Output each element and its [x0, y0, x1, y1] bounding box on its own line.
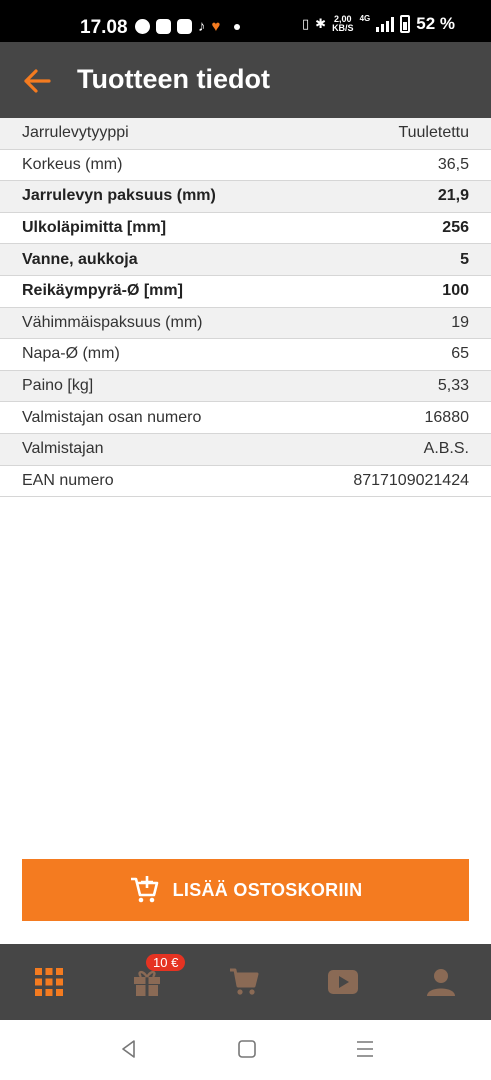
person-icon [427, 969, 455, 996]
spec-label: EAN numero [22, 471, 114, 489]
system-recents-button[interactable] [354, 1038, 376, 1060]
spec-value: 5 [460, 250, 469, 268]
spec-row: Korkeus (mm) 36,5 [0, 150, 491, 182]
notification-icons: ♪ ♥ [135, 18, 241, 35]
back-button[interactable] [22, 66, 52, 96]
heart-app-icon: ♥ [211, 18, 221, 35]
spec-label: Ulkoläpimitta [mm] [22, 219, 167, 237]
square-home-icon [238, 1040, 256, 1058]
spec-row: Reikäympyrä-Ø [mm] 100 [0, 276, 491, 308]
spec-row: Ulkoläpimitta [mm] 256 [0, 213, 491, 245]
more-notifications-icon [234, 23, 241, 30]
whatsapp-icon [135, 19, 150, 34]
gift-icon [134, 970, 160, 996]
vibrate-icon: ▯ [302, 16, 310, 31]
nav-menu[interactable] [31, 964, 67, 1000]
spec-row: Jarrulevyn paksuus (mm) 21,9 [0, 181, 491, 213]
spec-row: Valmistajan A.B.S. [0, 433, 491, 466]
network-speed: 2,00 KB/S [332, 14, 354, 33]
spec-label: Napa-Ø (mm) [22, 345, 120, 363]
spec-label: Valmistajan [22, 440, 104, 458]
arrow-left-icon [24, 69, 51, 93]
spec-row: Valmistajan osan numero 16880 [0, 402, 491, 434]
spec-value: 8717109021424 [353, 471, 469, 489]
spec-label: Jarrulevytyyppi [22, 124, 129, 142]
grid-menu-icon [35, 968, 63, 996]
tiktok-icon: ♪ [198, 18, 206, 35]
battery-percent: 52 % [416, 14, 455, 33]
battery-icon [400, 15, 411, 33]
nav-cart[interactable] [226, 964, 262, 1000]
youtube-icon [177, 19, 192, 34]
spec-label: Paino [kg] [22, 377, 94, 395]
menu-lines-icon [357, 1041, 373, 1057]
cart-icon [230, 968, 259, 995]
triangle-back-icon [122, 1040, 135, 1058]
status-bar: 17.08 ♪ ♥ ▯ ✱ 2,00 KB/S 4G 52 % [0, 0, 491, 42]
spec-row: Jarrulevytyyppi Tuuletettu [0, 118, 491, 150]
spec-row: EAN numero 8717109021424 [0, 466, 491, 498]
spec-row: Napa-Ø (mm) 65 [0, 339, 491, 371]
gift-badge: 10 € [146, 954, 186, 971]
spec-value: 16880 [424, 408, 470, 426]
message-icon [156, 19, 171, 34]
spec-value: 5,33 [437, 377, 469, 395]
spec-row: Vanne, aukkoja 5 [0, 244, 491, 276]
add-to-cart-button[interactable]: LISÄÄ OSTOSKORIIN [22, 859, 469, 921]
spec-value: 100 [442, 282, 469, 300]
spec-label: Reikäympyrä-Ø [mm] [22, 282, 183, 300]
add-to-cart-label: LISÄÄ OSTOSKORIIN [172, 879, 363, 900]
product-specs-table: Jarrulevytyyppi Tuuletettu Korkeus (mm) 36,… [0, 118, 491, 498]
nav-video[interactable] [325, 964, 361, 1000]
spec-label: Vanne, aukkoja [22, 250, 138, 268]
system-home-button[interactable] [236, 1038, 258, 1060]
bottom-navigation: 10 € [0, 944, 491, 1020]
bluetooth-icon: ✱ [315, 16, 327, 31]
spec-value: 36,5 [437, 155, 469, 173]
spec-value: 19 [451, 313, 469, 331]
network-type: 4G [359, 14, 371, 23]
system-back-button[interactable] [118, 1038, 140, 1060]
status-time: 17.08 [80, 17, 128, 38]
signal-icon [376, 16, 395, 32]
spec-value: Tuuletettu [398, 124, 469, 142]
video-icon [328, 970, 358, 994]
spec-value: 21,9 [437, 187, 469, 205]
spec-label: Vähimmäispaksuus (mm) [22, 313, 203, 331]
add-to-cart-icon [130, 876, 158, 903]
spec-value: 65 [451, 345, 469, 363]
spec-label: Valmistajan osan numero [22, 408, 202, 426]
nav-account[interactable] [423, 964, 459, 1000]
spec-label: Jarrulevyn paksuus (mm) [22, 187, 216, 205]
spec-row: Vähimmäispaksuus (mm) 19 [0, 307, 491, 340]
status-indicators: ▯ ✱ 2,00 KB/S 4G 52 % [302, 14, 455, 34]
spec-label: Korkeus (mm) [22, 155, 123, 173]
spec-value: 256 [442, 219, 469, 237]
spec-value: A.B.S. [423, 440, 469, 458]
system-navigation [0, 1020, 491, 1080]
spec-row: Paino [kg] 5,33 [0, 370, 491, 403]
page-title: Tuotteen tiedot [77, 64, 270, 94]
app-bar: Tuotteen tiedot [0, 42, 491, 118]
